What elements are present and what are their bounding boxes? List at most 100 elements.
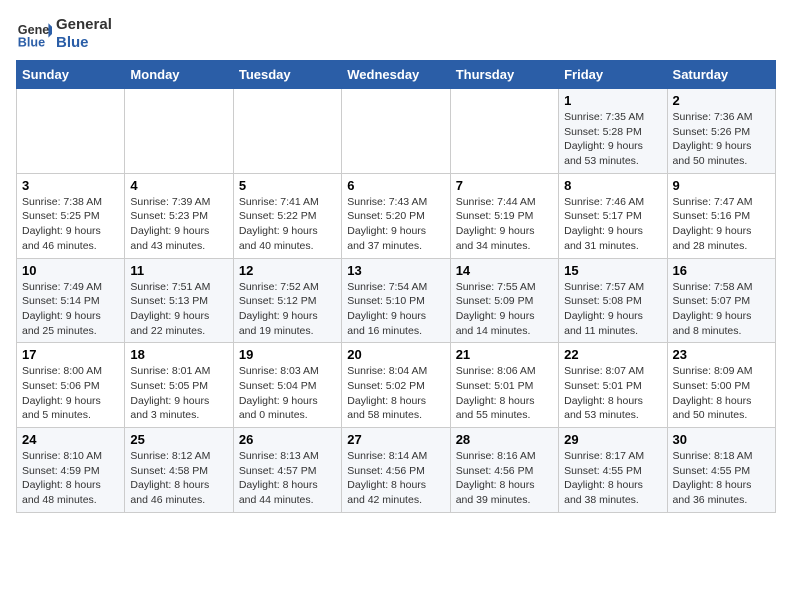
- weekday-sunday: Sunday: [17, 61, 125, 89]
- svg-text:Blue: Blue: [18, 36, 45, 50]
- calendar-cell: 29 Sunrise: 8:17 AM Sunset: 4:55 PM Dayli…: [559, 428, 667, 513]
- day-info: Sunrise: 8:18 AM Sunset: 4:55 PM Dayligh…: [673, 449, 770, 508]
- calendar-cell: [125, 89, 233, 174]
- header: General Blue General Blue: [16, 16, 776, 52]
- day-info: Sunrise: 7:43 AM Sunset: 5:20 PM Dayligh…: [347, 195, 444, 254]
- day-info: Sunrise: 7:41 AM Sunset: 5:22 PM Dayligh…: [239, 195, 336, 254]
- day-info: Sunrise: 7:36 AM Sunset: 5:26 PM Dayligh…: [673, 110, 770, 169]
- day-number: 2: [673, 93, 770, 108]
- logo: General Blue General Blue: [16, 16, 112, 52]
- calendar-cell: 3 Sunrise: 7:38 AM Sunset: 5:25 PM Daylig…: [17, 173, 125, 258]
- day-number: 30: [673, 432, 770, 447]
- day-number: 13: [347, 263, 444, 278]
- weekday-header: SundayMondayTuesdayWednesdayThursdayFrid…: [17, 61, 776, 89]
- logo-icon: General Blue: [16, 16, 52, 52]
- day-info: Sunrise: 8:03 AM Sunset: 5:04 PM Dayligh…: [239, 364, 336, 423]
- day-number: 18: [130, 347, 227, 362]
- calendar-cell: 8 Sunrise: 7:46 AM Sunset: 5:17 PM Daylig…: [559, 173, 667, 258]
- day-number: 12: [239, 263, 336, 278]
- day-info: Sunrise: 7:35 AM Sunset: 5:28 PM Dayligh…: [564, 110, 661, 169]
- calendar-cell: 23 Sunrise: 8:09 AM Sunset: 5:00 PM Dayli…: [667, 343, 775, 428]
- day-info: Sunrise: 8:17 AM Sunset: 4:55 PM Dayligh…: [564, 449, 661, 508]
- calendar-week-5: 24 Sunrise: 8:10 AM Sunset: 4:59 PM Dayli…: [17, 428, 776, 513]
- day-info: Sunrise: 7:51 AM Sunset: 5:13 PM Dayligh…: [130, 280, 227, 339]
- calendar-cell: 27 Sunrise: 8:14 AM Sunset: 4:56 PM Dayli…: [342, 428, 450, 513]
- day-info: Sunrise: 8:16 AM Sunset: 4:56 PM Dayligh…: [456, 449, 553, 508]
- day-info: Sunrise: 7:38 AM Sunset: 5:25 PM Dayligh…: [22, 195, 119, 254]
- day-number: 14: [456, 263, 553, 278]
- day-info: Sunrise: 7:47 AM Sunset: 5:16 PM Dayligh…: [673, 195, 770, 254]
- day-info: Sunrise: 7:44 AM Sunset: 5:19 PM Dayligh…: [456, 195, 553, 254]
- day-number: 11: [130, 263, 227, 278]
- day-number: 25: [130, 432, 227, 447]
- calendar-cell: [17, 89, 125, 174]
- day-info: Sunrise: 8:10 AM Sunset: 4:59 PM Dayligh…: [22, 449, 119, 508]
- calendar-cell: 10 Sunrise: 7:49 AM Sunset: 5:14 PM Dayli…: [17, 258, 125, 343]
- calendar-week-3: 10 Sunrise: 7:49 AM Sunset: 5:14 PM Dayli…: [17, 258, 776, 343]
- calendar-cell: [450, 89, 558, 174]
- day-number: 20: [347, 347, 444, 362]
- calendar-cell: 15 Sunrise: 7:57 AM Sunset: 5:08 PM Dayli…: [559, 258, 667, 343]
- day-number: 29: [564, 432, 661, 447]
- day-info: Sunrise: 8:01 AM Sunset: 5:05 PM Dayligh…: [130, 364, 227, 423]
- day-number: 3: [22, 178, 119, 193]
- day-number: 10: [22, 263, 119, 278]
- day-info: Sunrise: 7:54 AM Sunset: 5:10 PM Dayligh…: [347, 280, 444, 339]
- calendar-cell: 6Sunrise: 7:43 AM Sunset: 5:20 PM Daylig…: [342, 173, 450, 258]
- weekday-saturday: Saturday: [667, 61, 775, 89]
- day-info: Sunrise: 7:46 AM Sunset: 5:17 PM Dayligh…: [564, 195, 661, 254]
- calendar-week-4: 17Sunrise: 8:00 AM Sunset: 5:06 PM Dayli…: [17, 343, 776, 428]
- calendar-cell: 12 Sunrise: 7:52 AM Sunset: 5:12 PM Dayli…: [233, 258, 341, 343]
- calendar-cell: 21Sunrise: 8:06 AM Sunset: 5:01 PM Dayli…: [450, 343, 558, 428]
- day-number: 5: [239, 178, 336, 193]
- calendar-cell: 4 Sunrise: 7:39 AM Sunset: 5:23 PM Daylig…: [125, 173, 233, 258]
- calendar-cell: 7Sunrise: 7:44 AM Sunset: 5:19 PM Daylig…: [450, 173, 558, 258]
- day-info: Sunrise: 7:49 AM Sunset: 5:14 PM Dayligh…: [22, 280, 119, 339]
- calendar-cell: 18 Sunrise: 8:01 AM Sunset: 5:05 PM Dayli…: [125, 343, 233, 428]
- calendar-cell: [233, 89, 341, 174]
- day-info: Sunrise: 8:04 AM Sunset: 5:02 PM Dayligh…: [347, 364, 444, 423]
- day-info: Sunrise: 8:12 AM Sunset: 4:58 PM Dayligh…: [130, 449, 227, 508]
- day-number: 23: [673, 347, 770, 362]
- day-number: 4: [130, 178, 227, 193]
- day-info: Sunrise: 8:07 AM Sunset: 5:01 PM Dayligh…: [564, 364, 661, 423]
- calendar-week-1: 1Sunrise: 7:35 AM Sunset: 5:28 PM Daylig…: [17, 89, 776, 174]
- calendar-cell: 20 Sunrise: 8:04 AM Sunset: 5:02 PM Dayli…: [342, 343, 450, 428]
- day-info: Sunrise: 8:14 AM Sunset: 4:56 PM Dayligh…: [347, 449, 444, 508]
- day-info: Sunrise: 8:06 AM Sunset: 5:01 PM Dayligh…: [456, 364, 553, 423]
- calendar-cell: 13 Sunrise: 7:54 AM Sunset: 5:10 PM Dayli…: [342, 258, 450, 343]
- calendar-cell: 28 Sunrise: 8:16 AM Sunset: 4:56 PM Dayli…: [450, 428, 558, 513]
- day-info: Sunrise: 7:57 AM Sunset: 5:08 PM Dayligh…: [564, 280, 661, 339]
- day-info: Sunrise: 8:13 AM Sunset: 4:57 PM Dayligh…: [239, 449, 336, 508]
- day-number: 24: [22, 432, 119, 447]
- day-info: Sunrise: 7:39 AM Sunset: 5:23 PM Dayligh…: [130, 195, 227, 254]
- calendar-cell: 22 Sunrise: 8:07 AM Sunset: 5:01 PM Dayli…: [559, 343, 667, 428]
- weekday-wednesday: Wednesday: [342, 61, 450, 89]
- day-number: 19: [239, 347, 336, 362]
- day-number: 26: [239, 432, 336, 447]
- calendar-cell: 24 Sunrise: 8:10 AM Sunset: 4:59 PM Dayli…: [17, 428, 125, 513]
- calendar-cell: 14 Sunrise: 7:55 AM Sunset: 5:09 PM Dayli…: [450, 258, 558, 343]
- day-number: 15: [564, 263, 661, 278]
- day-info: Sunrise: 7:55 AM Sunset: 5:09 PM Dayligh…: [456, 280, 553, 339]
- calendar-cell: 19 Sunrise: 8:03 AM Sunset: 5:04 PM Dayli…: [233, 343, 341, 428]
- day-info: Sunrise: 8:09 AM Sunset: 5:00 PM Dayligh…: [673, 364, 770, 423]
- calendar-cell: 16Sunrise: 7:58 AM Sunset: 5:07 PM Dayli…: [667, 258, 775, 343]
- day-info: Sunrise: 7:52 AM Sunset: 5:12 PM Dayligh…: [239, 280, 336, 339]
- day-number: 16: [673, 263, 770, 278]
- calendar-cell: 11 Sunrise: 7:51 AM Sunset: 5:13 PM Dayli…: [125, 258, 233, 343]
- weekday-friday: Friday: [559, 61, 667, 89]
- weekday-monday: Monday: [125, 61, 233, 89]
- day-number: 22: [564, 347, 661, 362]
- weekday-tuesday: Tuesday: [233, 61, 341, 89]
- day-number: 28: [456, 432, 553, 447]
- calendar-week-2: 3 Sunrise: 7:38 AM Sunset: 5:25 PM Daylig…: [17, 173, 776, 258]
- day-number: 27: [347, 432, 444, 447]
- calendar-table: SundayMondayTuesdayWednesdayThursdayFrid…: [16, 60, 776, 513]
- calendar-cell: 26 Sunrise: 8:13 AM Sunset: 4:57 PM Dayli…: [233, 428, 341, 513]
- day-number: 9: [673, 178, 770, 193]
- day-number: 8: [564, 178, 661, 193]
- calendar-cell: 25 Sunrise: 8:12 AM Sunset: 4:58 PM Dayli…: [125, 428, 233, 513]
- day-info: Sunrise: 8:00 AM Sunset: 5:06 PM Dayligh…: [22, 364, 119, 423]
- weekday-thursday: Thursday: [450, 61, 558, 89]
